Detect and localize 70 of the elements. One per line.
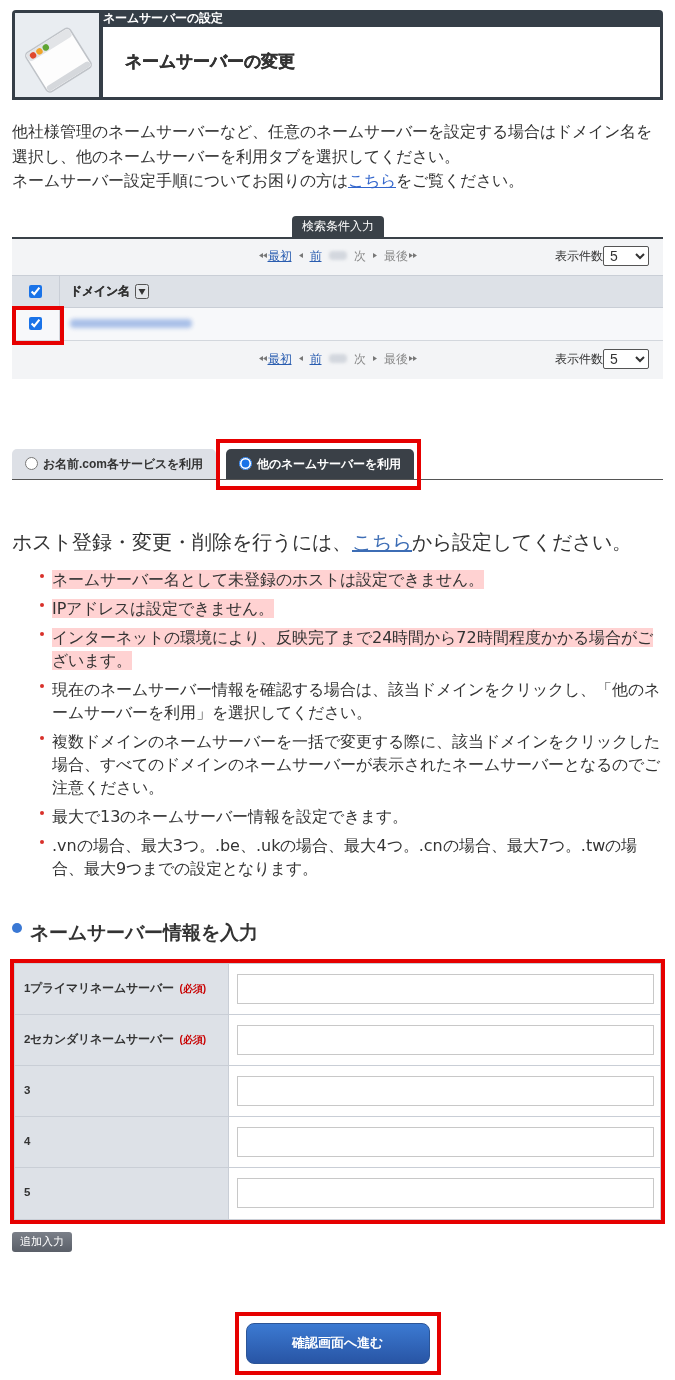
note-text: 複数ドメインのネームサーバーを一括で変更する際に、該当ドメインをクリックした場合、すべてのドメインのネームサーバーが表示されたネームサーバーとなるのでご注意ください。 [52,730,661,799]
last-page-link: 最後 [383,350,408,368]
per-page-select[interactable]: 5 [603,348,649,369]
confirm-button[interactable]: 確認画面へ進む [245,1322,430,1364]
blurred-page-count [328,251,347,260]
per-page-label: 表示件数 [555,247,603,265]
field-label: 2セカンダリネームサーバー [24,1031,175,1047]
select-all-checkbox[interactable] [29,284,42,298]
required-mark: (必須) [179,1033,207,1047]
column-header: ドメイン名 [70,283,130,300]
nameserver-input[interactable] [237,1075,654,1106]
blurred-page-count [328,354,347,363]
intro-text: 他社様管理のネームサーバーなど、任意のネームサーバーを設定する場合はドメイン名を選択し、他のネームサーバーを利用タブを選択してください。 [12,122,653,167]
field-label: 5 [24,1185,31,1201]
required-mark: (必須) [179,982,207,996]
bullet-icon [40,810,44,815]
first-page-link[interactable]: 最初 [267,246,292,265]
nameserver-input[interactable] [237,1178,654,1208]
row-checkbox[interactable] [29,317,42,330]
field-label: 3 [24,1082,31,1098]
blurred-domain-link[interactable] [70,319,192,328]
note-text: 現在のネームサーバー情報を確認する場合は、該当ドメインをクリックし、「他のネームサーバーを利用」を選択してください。 [52,678,661,724]
field-label: 1プライマリネームサーバー [24,980,175,996]
per-page-label: 表示件数 [555,350,603,368]
bullet-icon [40,573,44,578]
last-page-link: 最後 [383,247,408,265]
note-text: ネームサーバー名として未登録のホストは設定できません。 [52,568,485,591]
section-heading: ネームサーバー情報を入力 [30,920,258,945]
bullet-icon [40,631,44,636]
header-category: ネームサーバーの設定 [103,11,223,27]
bullet-icon [40,683,44,688]
field-label: 4 [24,1133,31,1149]
note-text: インターネットの環境により、反映完了まで24時間から72時間程度かかる場合がございます。 [52,626,654,672]
double-right-triangle-icon [408,356,417,361]
nameserver-input[interactable] [237,1024,654,1055]
nameserver-input[interactable] [237,973,654,1004]
double-left-triangle-icon [258,356,267,361]
window-icon [15,13,99,97]
tab[interactable]: 他のネームサーバーを利用 [226,448,414,479]
note-text: .vnの場合、最大3つ。.be、.ukの場合、最大4つ。.cnの場合、最大7つ。.twの場合、最大9つまでの設定となります。 [52,834,639,880]
help-link[interactable]: こちら [348,172,396,189]
radio-button[interactable] [25,457,38,470]
next-page-link: 次 [353,350,366,368]
bullet-icon [40,602,44,607]
search-conditions-tab[interactable]: 検索条件入力 [291,215,384,237]
nameserver-input[interactable] [237,1126,654,1157]
bullet-dot-icon [12,922,22,933]
previous-page-link[interactable]: 前 [309,349,322,368]
double-left-triangle-icon [258,253,267,258]
first-page-link[interactable]: 最初 [267,349,292,368]
per-page-select[interactable]: 5 [603,245,649,266]
help-text: ネームサーバー設定手順についてお困りの方はこちら をご覧ください。 [12,171,525,191]
next-page-link: 次 [353,247,366,265]
previous-page-link[interactable]: 前 [309,246,322,265]
left-triangle-icon [298,356,303,361]
host-settings-link[interactable]: こちら [352,530,412,553]
bullet-icon [40,735,44,740]
tab[interactable]: お名前.com各サービスを利用 [12,448,216,479]
left-triangle-icon [298,253,303,258]
double-right-triangle-icon [408,253,417,258]
radio-button[interactable] [239,457,252,470]
right-triangle-icon [372,253,377,258]
right-triangle-icon [372,356,377,361]
note-text: IPアドレスは設定できません。 [52,597,276,620]
add-input-button[interactable]: 追加入力 [12,1231,72,1252]
page-title: ネームサーバーの変更 [125,51,295,73]
bullet-icon [40,839,44,844]
host-notice: ホスト登録・変更・削除を行うには、こちらから設定してください。 [12,529,633,555]
sort-dropdown-icon[interactable] [135,283,149,299]
note-text: 最大で13のネームサーバー情報を設定できます。 [52,805,410,828]
